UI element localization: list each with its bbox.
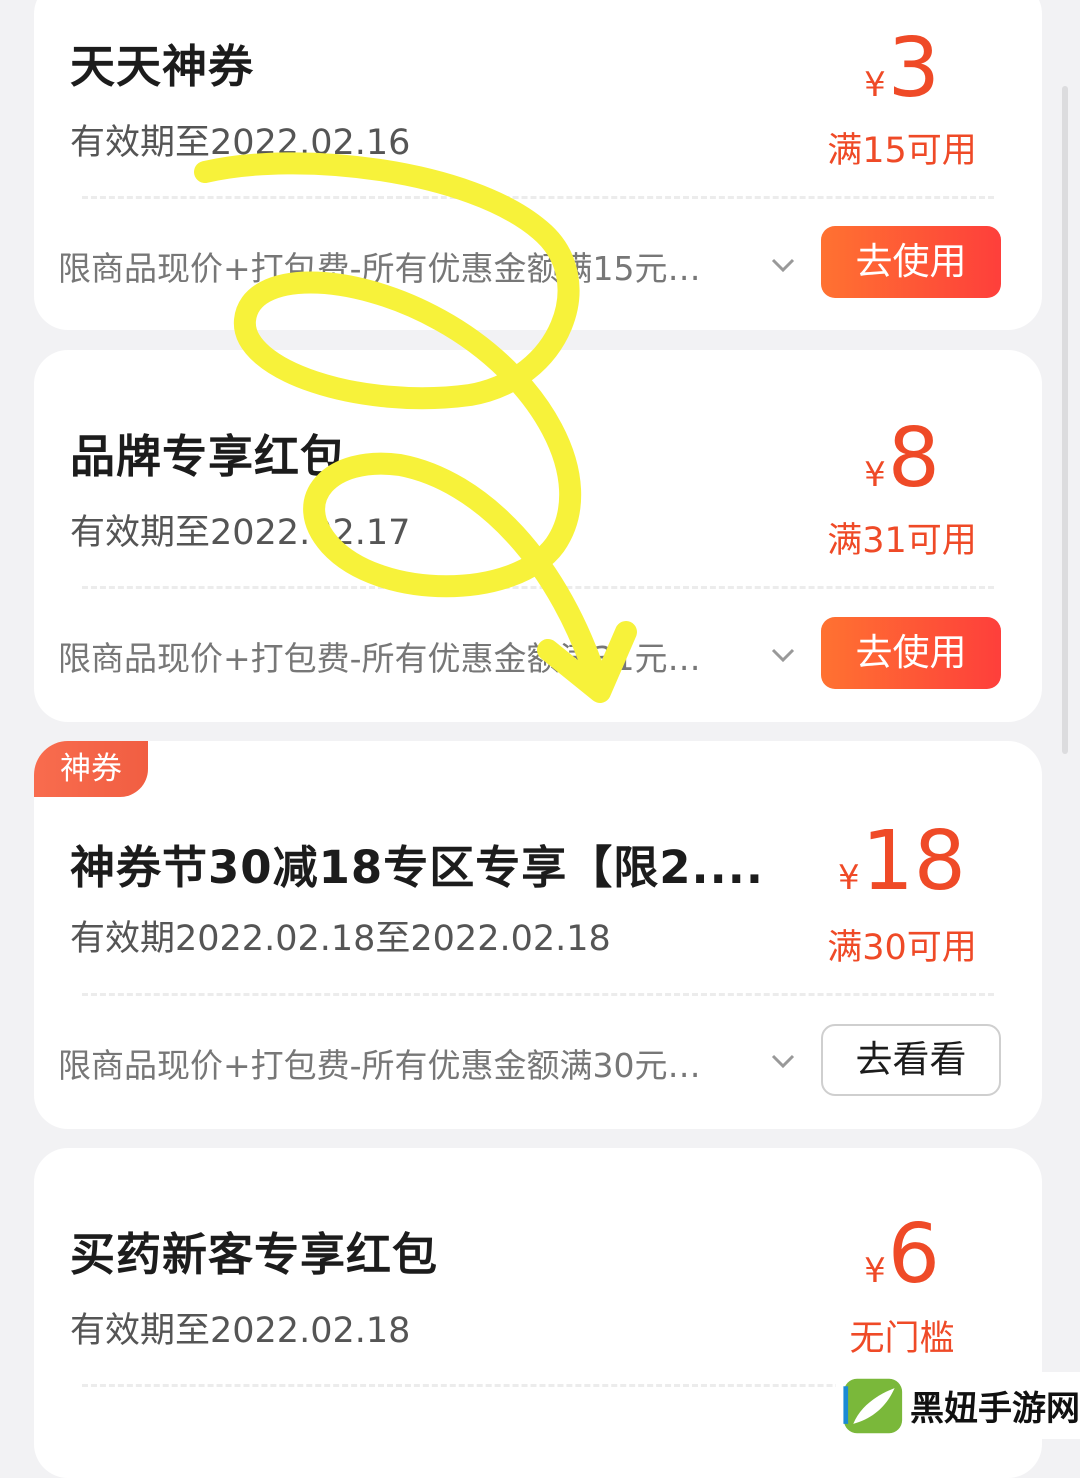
coupon-validity: 有效期至2022.02.16 <box>70 123 411 163</box>
dashed-divider <box>82 196 994 199</box>
coupon-condition: 满31可用 <box>827 521 977 561</box>
coupon-title: 天天神券 <box>70 40 255 93</box>
coupon-title: 买药新客专享红包 <box>70 1228 439 1281</box>
coupon-card-1: 天天神券 有效期至2022.02.16 ¥3 满15可用 限商品现价+打包费-所… <box>34 0 1042 330</box>
coupon-amount: 3 <box>887 21 940 116</box>
coupon-validity: 有效期2022.02.18至2022.02.18 <box>70 919 611 959</box>
coupon-title: 品牌专享红包 <box>70 430 347 483</box>
coupon-condition: 无门槛 <box>849 1319 955 1359</box>
currency-symbol: ¥ <box>864 1251 886 1291</box>
coupon-card-2: 品牌专享红包 有效期至2022.02.17 ¥8 满31可用 限商品现价+打包费… <box>34 350 1042 722</box>
coupon-amount: 18 <box>861 814 966 909</box>
coupon-price: ¥18 <box>802 821 1002 903</box>
coupon-amount: 6 <box>887 1207 940 1302</box>
coupon-description: 限商品现价+打包费-所有优惠金额满31元使... <box>58 639 718 678</box>
coupon-condition: 满30可用 <box>827 928 977 968</box>
coupon-price: ¥6 <box>802 1214 1002 1296</box>
coupon-title: 神券节30减18专区专享【限2.... <box>70 841 764 894</box>
watermark: 黑妞手游网 <box>836 1372 1080 1439</box>
shenquan-badge: 神券 <box>34 741 148 797</box>
view-coupon-button[interactable]: 去看看 <box>821 1024 1001 1096</box>
dashed-divider <box>82 586 994 589</box>
site-logo-icon <box>843 1378 903 1433</box>
coupon-description: 限商品现价+打包费-所有优惠金额满15元使... <box>58 249 718 288</box>
coupon-price: ¥3 <box>802 28 1002 110</box>
coupon-validity: 有效期至2022.02.17 <box>70 513 411 553</box>
chevron-down-icon[interactable] <box>768 250 798 280</box>
use-coupon-button[interactable]: 去使用 <box>821 226 1001 298</box>
scrollbar[interactable] <box>1062 86 1068 754</box>
watermark-text: 黑妞手游网 <box>910 1389 1080 1429</box>
coupon-amount: 8 <box>887 411 940 506</box>
currency-symbol: ¥ <box>838 858 860 898</box>
dashed-divider <box>82 993 994 996</box>
coupon-card-3: 神券节30减18专区专享【限2.... 有效期2022.02.18至2022.0… <box>34 741 1042 1129</box>
chevron-down-icon[interactable] <box>768 640 798 670</box>
use-coupon-button[interactable]: 去使用 <box>821 617 1001 689</box>
coupon-condition: 满15可用 <box>827 131 977 171</box>
coupon-description: 限商品现价+打包费-所有优惠金额满30元使... <box>58 1046 718 1085</box>
chevron-down-icon[interactable] <box>768 1046 798 1076</box>
coupon-price: ¥8 <box>802 418 1002 500</box>
currency-symbol: ¥ <box>864 65 886 105</box>
coupon-validity: 有效期至2022.02.18 <box>70 1311 411 1351</box>
currency-symbol: ¥ <box>864 455 886 495</box>
